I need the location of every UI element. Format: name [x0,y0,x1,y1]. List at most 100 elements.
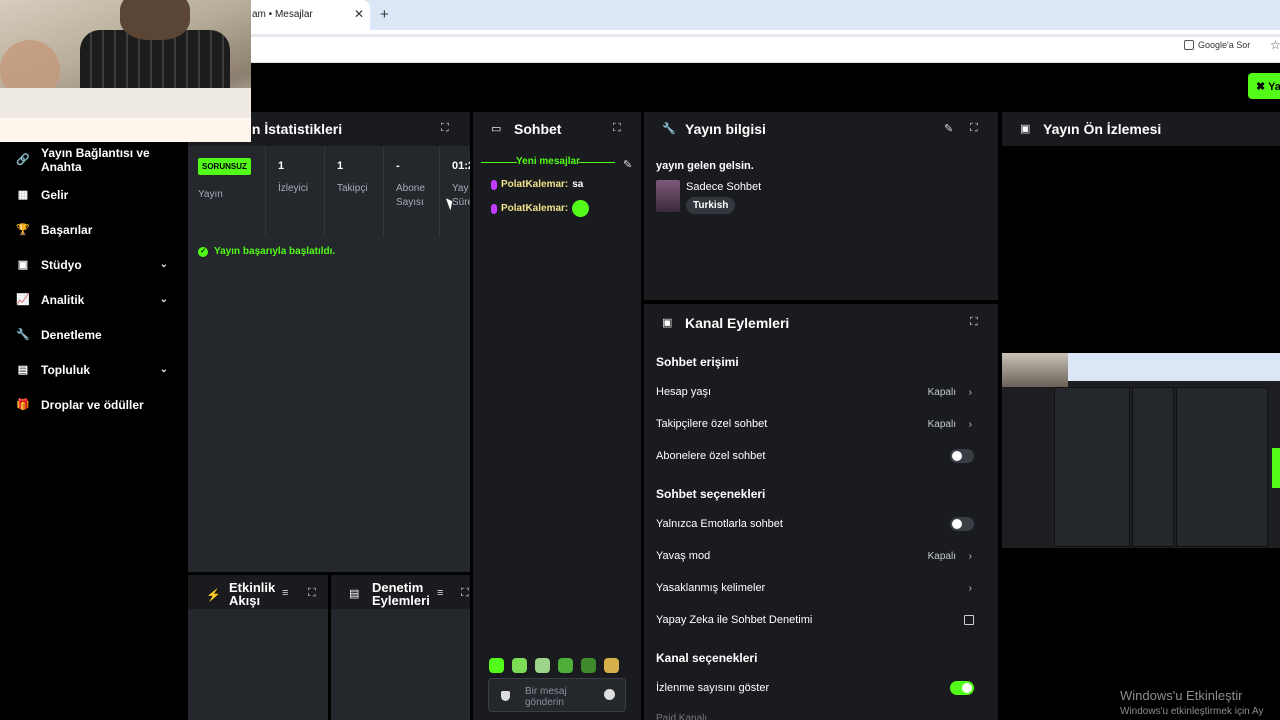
emote-icon[interactable] [489,658,504,673]
chat-username[interactable]: PolatKalemar: [501,179,568,190]
sidebar-item-label: Başarılar [41,222,93,237]
category-name: Sadece Sohbet [686,181,762,193]
ai-moderation-row[interactable]: Yapay Zeka ile Sohbet Denetimi [656,610,986,630]
google-ask-button[interactable]: Google'a Sor [1184,40,1250,50]
row-label: Abonelere özel sohbet [656,450,766,462]
edit-icon[interactable]: ✎ [944,122,953,135]
stream-preview-title: Yayın Ön İzlemesi [1043,121,1162,137]
external-link-icon [964,615,974,625]
emotes-only-toggle[interactable] [950,517,974,531]
sidebar-item-revenue[interactable]: ▦ Gelir [0,177,188,212]
followers-only-row[interactable]: Takipçilere özel sohbet Kapalı › [656,414,986,434]
paid-channel-row[interactable]: Paid Kanalı [656,708,986,720]
activity-title-line2: Akışı [229,593,261,608]
stream-stats-title: ın İstatistikleri [248,121,343,137]
gift-icon: 🎁 [16,399,30,411]
chevron-right-icon: › [968,418,972,430]
filter-icon[interactable]: ≡ [437,587,443,599]
browser-tab-title: am • Mesajlar [252,9,313,20]
quick-emotes [489,658,619,673]
emote-icon[interactable] [581,658,596,673]
sidebar-item-label: Stüdyo [41,257,82,272]
webcam-overlay [0,0,251,142]
stat-label: Yayın [198,189,223,200]
preview-browser-bar [1068,353,1280,381]
list-icon: ▤ [349,588,360,600]
sidebar-item-label: Topluluk [41,362,91,377]
green-emote-icon [572,200,590,217]
subscribers-only-toggle[interactable] [950,449,974,463]
webcam-keyboard [0,88,251,118]
banned-words-row[interactable]: Yasaklanmış kelimeler › [656,578,986,598]
new-tab-icon[interactable]: + [380,6,389,23]
analytics-icon: 📈 [16,294,30,306]
expand-icon[interactable]: ⛶ [441,122,449,135]
emote-icon[interactable] [512,658,527,673]
chat-username[interactable]: PolatKalemar: [501,203,568,214]
show-viewer-count-row: İzlenme sayısını göster [656,678,986,698]
chat-panel: ▭ Sohbet ⛶ Yeni mesajlar ✎ PolatKalemar:… [473,112,641,720]
chevron-right-icon: › [968,550,972,562]
stat-value: - [396,160,400,172]
filter-icon[interactable]: ≡ [282,587,288,599]
chat-input-placeholder: Bir mesaj gönderin [525,686,567,708]
bookmark-star-icon[interactable]: ☆ [1270,38,1280,52]
preview-webcam [1002,353,1068,387]
section-title: Sohbet seçenekleri [656,487,766,501]
activity-feed-body [188,609,328,720]
community-icon: ▤ [17,364,29,376]
microphone-badge-icon [491,203,497,214]
channel-actions-title: Kanal Eylemleri [685,315,790,331]
chevron-right-icon: › [968,386,972,398]
activity-feed-title: Etkinlik Akışı [229,581,275,607]
expand-icon[interactable]: ⛶ [613,122,621,135]
row-label: Hesap yaşı [656,386,712,398]
address-bar[interactable] [250,34,1280,37]
sidebar-item-drops[interactable]: 🎁 Droplar ve ödüller [0,387,188,422]
account-age-row[interactable]: Hesap yaşı Kapalı › [656,382,986,402]
stat-label-line2: Sayısı [396,197,424,208]
browser-tab[interactable]: am • Mesajlar ✕ [240,0,370,30]
stream-started-message: ✓ Yayın başarıyla başlatıldı. [198,246,335,257]
expand-icon[interactable]: ⛶ [970,316,978,329]
emoji-icon[interactable] [604,689,615,700]
stat-value: 1 [278,160,285,172]
subscribers-only-row: Abonelere özel sohbet [656,446,986,466]
stat-label: Takipçi [337,183,368,194]
sidebar-item-analytics[interactable]: 📈 Analitik ⌄ [0,282,188,317]
sidebar-item-community[interactable]: ▤ Topluluk ⌄ [0,352,188,387]
live-button[interactable]: ✖ Yay [1248,73,1280,99]
emote-icon[interactable] [535,658,550,673]
stream-title-text: yayın gelen gelsin. [656,160,754,172]
sidebar-item-label: Denetleme [41,327,102,342]
sidebar-item-studio[interactable]: ▣ Stüdyo ⌄ [0,247,188,282]
actions-icon: ▣ [662,317,673,329]
stat-label: İzleyici [278,183,309,194]
emote-icon[interactable] [604,658,619,673]
check-circle-icon: ✓ [198,246,208,257]
sidebar-item-moderation[interactable]: 🔧 Denetleme [0,317,188,352]
row-label: İzlenme sayısını göster [656,682,770,694]
chat-message-input[interactable]: Bir mesaj gönderin [488,678,626,712]
slow-mode-row[interactable]: Yavaş mod Kapalı › [656,546,986,566]
stream-preview-video[interactable] [1002,353,1280,548]
expand-icon[interactable]: ⛶ [970,122,978,135]
windows-activation-subtitle: Windows'u etkinleştirmek için Ay [1120,706,1264,717]
row-label: Takipçilere özel sohbet [656,418,768,430]
emote-icon[interactable] [558,658,573,673]
expand-icon[interactable]: ⛶ [461,587,469,600]
stat-label-line2: Süre [452,197,470,208]
stream-stats-body: SORUNSUZ Yayın 1 İzleyici 1 Takipçi - Ab… [188,146,470,572]
stat-label: Yay Süre [452,182,470,210]
sidebar-item-achievements[interactable]: 🏆 Başarılar [0,212,188,247]
sidebar-item-stream-key[interactable]: 🔗 Yayın Bağlantısı ve Anahta [0,142,188,177]
row-label: Yalnızca Emotlarla sohbet [656,518,783,530]
expand-icon[interactable]: ⛶ [308,587,316,600]
success-text: Yayın başarıyla başlatıldı. [214,246,336,257]
pin-icon[interactable]: ✎ [623,158,632,171]
show-viewer-count-toggle[interactable] [950,681,974,695]
close-tab-icon[interactable]: ✕ [354,7,364,21]
chat-title: Sohbet [514,121,562,137]
wrench-icon: 🔧 [662,123,676,135]
language-tag: Turkish [686,197,736,214]
